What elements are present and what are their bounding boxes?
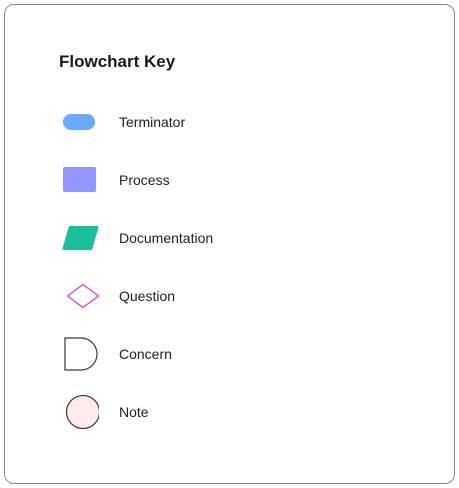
- key-item-label: Note: [119, 404, 149, 420]
- key-item-note: Note: [59, 392, 419, 432]
- key-title: Flowchart Key: [59, 52, 176, 71]
- documentation-shape-icon: [62, 226, 99, 250]
- flowchart-key-card: Flowchart Key Terminator Process Documen…: [4, 4, 455, 484]
- key-item-label: Question: [119, 288, 176, 304]
- key-item-label: Concern: [119, 346, 172, 362]
- key-item-label: Process: [119, 172, 170, 188]
- note-shape-icon: [65, 394, 99, 430]
- concern-shape: [64, 337, 98, 371]
- key-item-label: Documentation: [119, 230, 214, 246]
- question-shape: [66, 283, 99, 309]
- key-item-question: Question: [59, 276, 419, 316]
- terminator-shape: [63, 114, 95, 130]
- process-shape: [63, 167, 96, 192]
- process-shape-icon: [63, 167, 96, 192]
- terminator-shape-icon: [63, 114, 95, 130]
- question-shape-icon: [66, 283, 99, 309]
- key-item-documentation: Documentation: [59, 218, 419, 258]
- concern-shape-icon: [64, 337, 98, 371]
- key-item-process: Process: [59, 160, 419, 200]
- key-item-label: Terminator: [119, 114, 186, 130]
- note-shape: [65, 394, 99, 430]
- key-item-concern: Concern: [59, 334, 419, 374]
- documentation-shape: [62, 226, 99, 250]
- key-item-terminator: Terminator: [59, 102, 419, 142]
